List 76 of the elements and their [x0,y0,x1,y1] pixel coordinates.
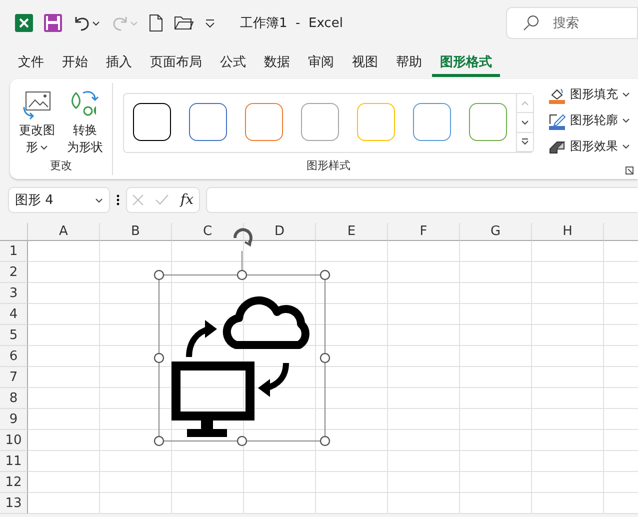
expand-icon [521,138,529,146]
resize-handle[interactable] [320,270,330,280]
shape-style-swatch[interactable] [245,103,283,141]
ribbon-tab[interactable]: 开始 [54,48,96,76]
resize-handle[interactable] [236,270,248,280]
shape-fill-button[interactable]: 图形填充 [546,83,632,106]
group-label: 图形样式 [306,158,350,174]
ribbon-tab[interactable]: 公式 [212,48,254,76]
column-header[interactable]: H [532,223,604,241]
resize-handle[interactable] [154,436,164,446]
ribbon-tab[interactable]: 插入 [98,48,140,76]
row-header[interactable]: 9 [0,409,28,430]
check-icon [155,194,170,206]
more-icon[interactable] [116,194,120,206]
insert-function-button[interactable]: fx [180,192,194,208]
spreadsheet-app-icon [14,13,34,33]
column-header[interactable]: C [172,223,244,241]
chevron-up-icon [521,100,529,106]
row-header[interactable]: 5 [0,325,28,346]
shape-style-swatch[interactable] [301,103,339,141]
customize-caret-icon[interactable] [204,18,216,28]
column-header[interactable]: F [388,223,460,241]
caret-icon [622,118,630,123]
resize-handle[interactable] [154,352,164,364]
change-shape-button[interactable]: 更改图 形 [16,87,58,158]
image-swap-icon [21,89,53,121]
rotate-handle[interactable] [234,228,252,247]
folder-icon[interactable] [174,15,194,31]
search-icon [523,15,539,31]
window-title: 工作簿1 - Excel [240,15,343,32]
row-header[interactable]: 3 [0,283,28,304]
shape-effects-button[interactable]: 图形效果 [546,135,632,158]
ribbon-tab[interactable]: 审阅 [300,48,342,76]
row-header[interactable]: 8 [0,388,28,409]
chevron-down-icon [521,120,529,125]
row-header[interactable]: 4 [0,304,28,325]
row-header[interactable]: 12 [0,472,28,493]
cancel-icon [132,194,144,206]
column-header[interactable]: E [316,223,388,241]
row-header[interactable]: 6 [0,346,28,367]
row-header[interactable]: 10 [0,430,28,451]
ribbon-tab[interactable]: 页面布局 [142,48,210,76]
shape-outline-button[interactable]: 图形轮廓 [546,109,632,132]
resize-handle[interactable] [320,352,330,364]
caret-icon [622,144,630,149]
column-header[interactable]: A [28,223,100,241]
row-header[interactable]: 11 [0,451,28,472]
search-field[interactable]: 搜索 [506,7,638,39]
shape-style-swatch[interactable] [189,103,227,141]
column-header[interactable]: G [460,223,532,241]
caret-icon [95,198,103,202]
ribbon-tab[interactable]: 视图 [344,48,386,76]
resize-handle[interactable] [236,436,248,446]
row-header[interactable]: 13 [0,493,28,514]
formula-input[interactable] [206,187,638,213]
caret-icon [622,92,630,97]
row-header[interactable]: 1 [0,241,28,262]
ribbon-tab[interactable]: 文件 [10,48,52,76]
convert-shape-button[interactable]: 转换 为形状 [64,87,106,158]
group-label: 更改 [50,158,72,174]
resize-handle[interactable] [320,436,330,446]
ribbon-tab[interactable]: 数据 [256,48,298,76]
row-header[interactable]: 2 [0,262,28,283]
name-box[interactable]: 图形 4 [8,187,110,213]
row-header[interactable]: 7 [0,367,28,388]
resize-handle[interactable] [154,270,164,280]
column-header[interactable]: B [100,223,172,241]
shape-style-swatch[interactable] [133,103,171,141]
eraser-icon [548,138,566,154]
shape-style-swatch[interactable] [413,103,451,141]
new-document-icon[interactable] [148,14,164,32]
dialog-launcher-icon[interactable] [625,166,634,175]
save-icon[interactable] [44,14,62,32]
column-header[interactable]: D [244,223,316,241]
shape-style-swatch[interactable] [469,103,507,141]
ribbon-tab[interactable]: 帮助 [388,48,430,76]
